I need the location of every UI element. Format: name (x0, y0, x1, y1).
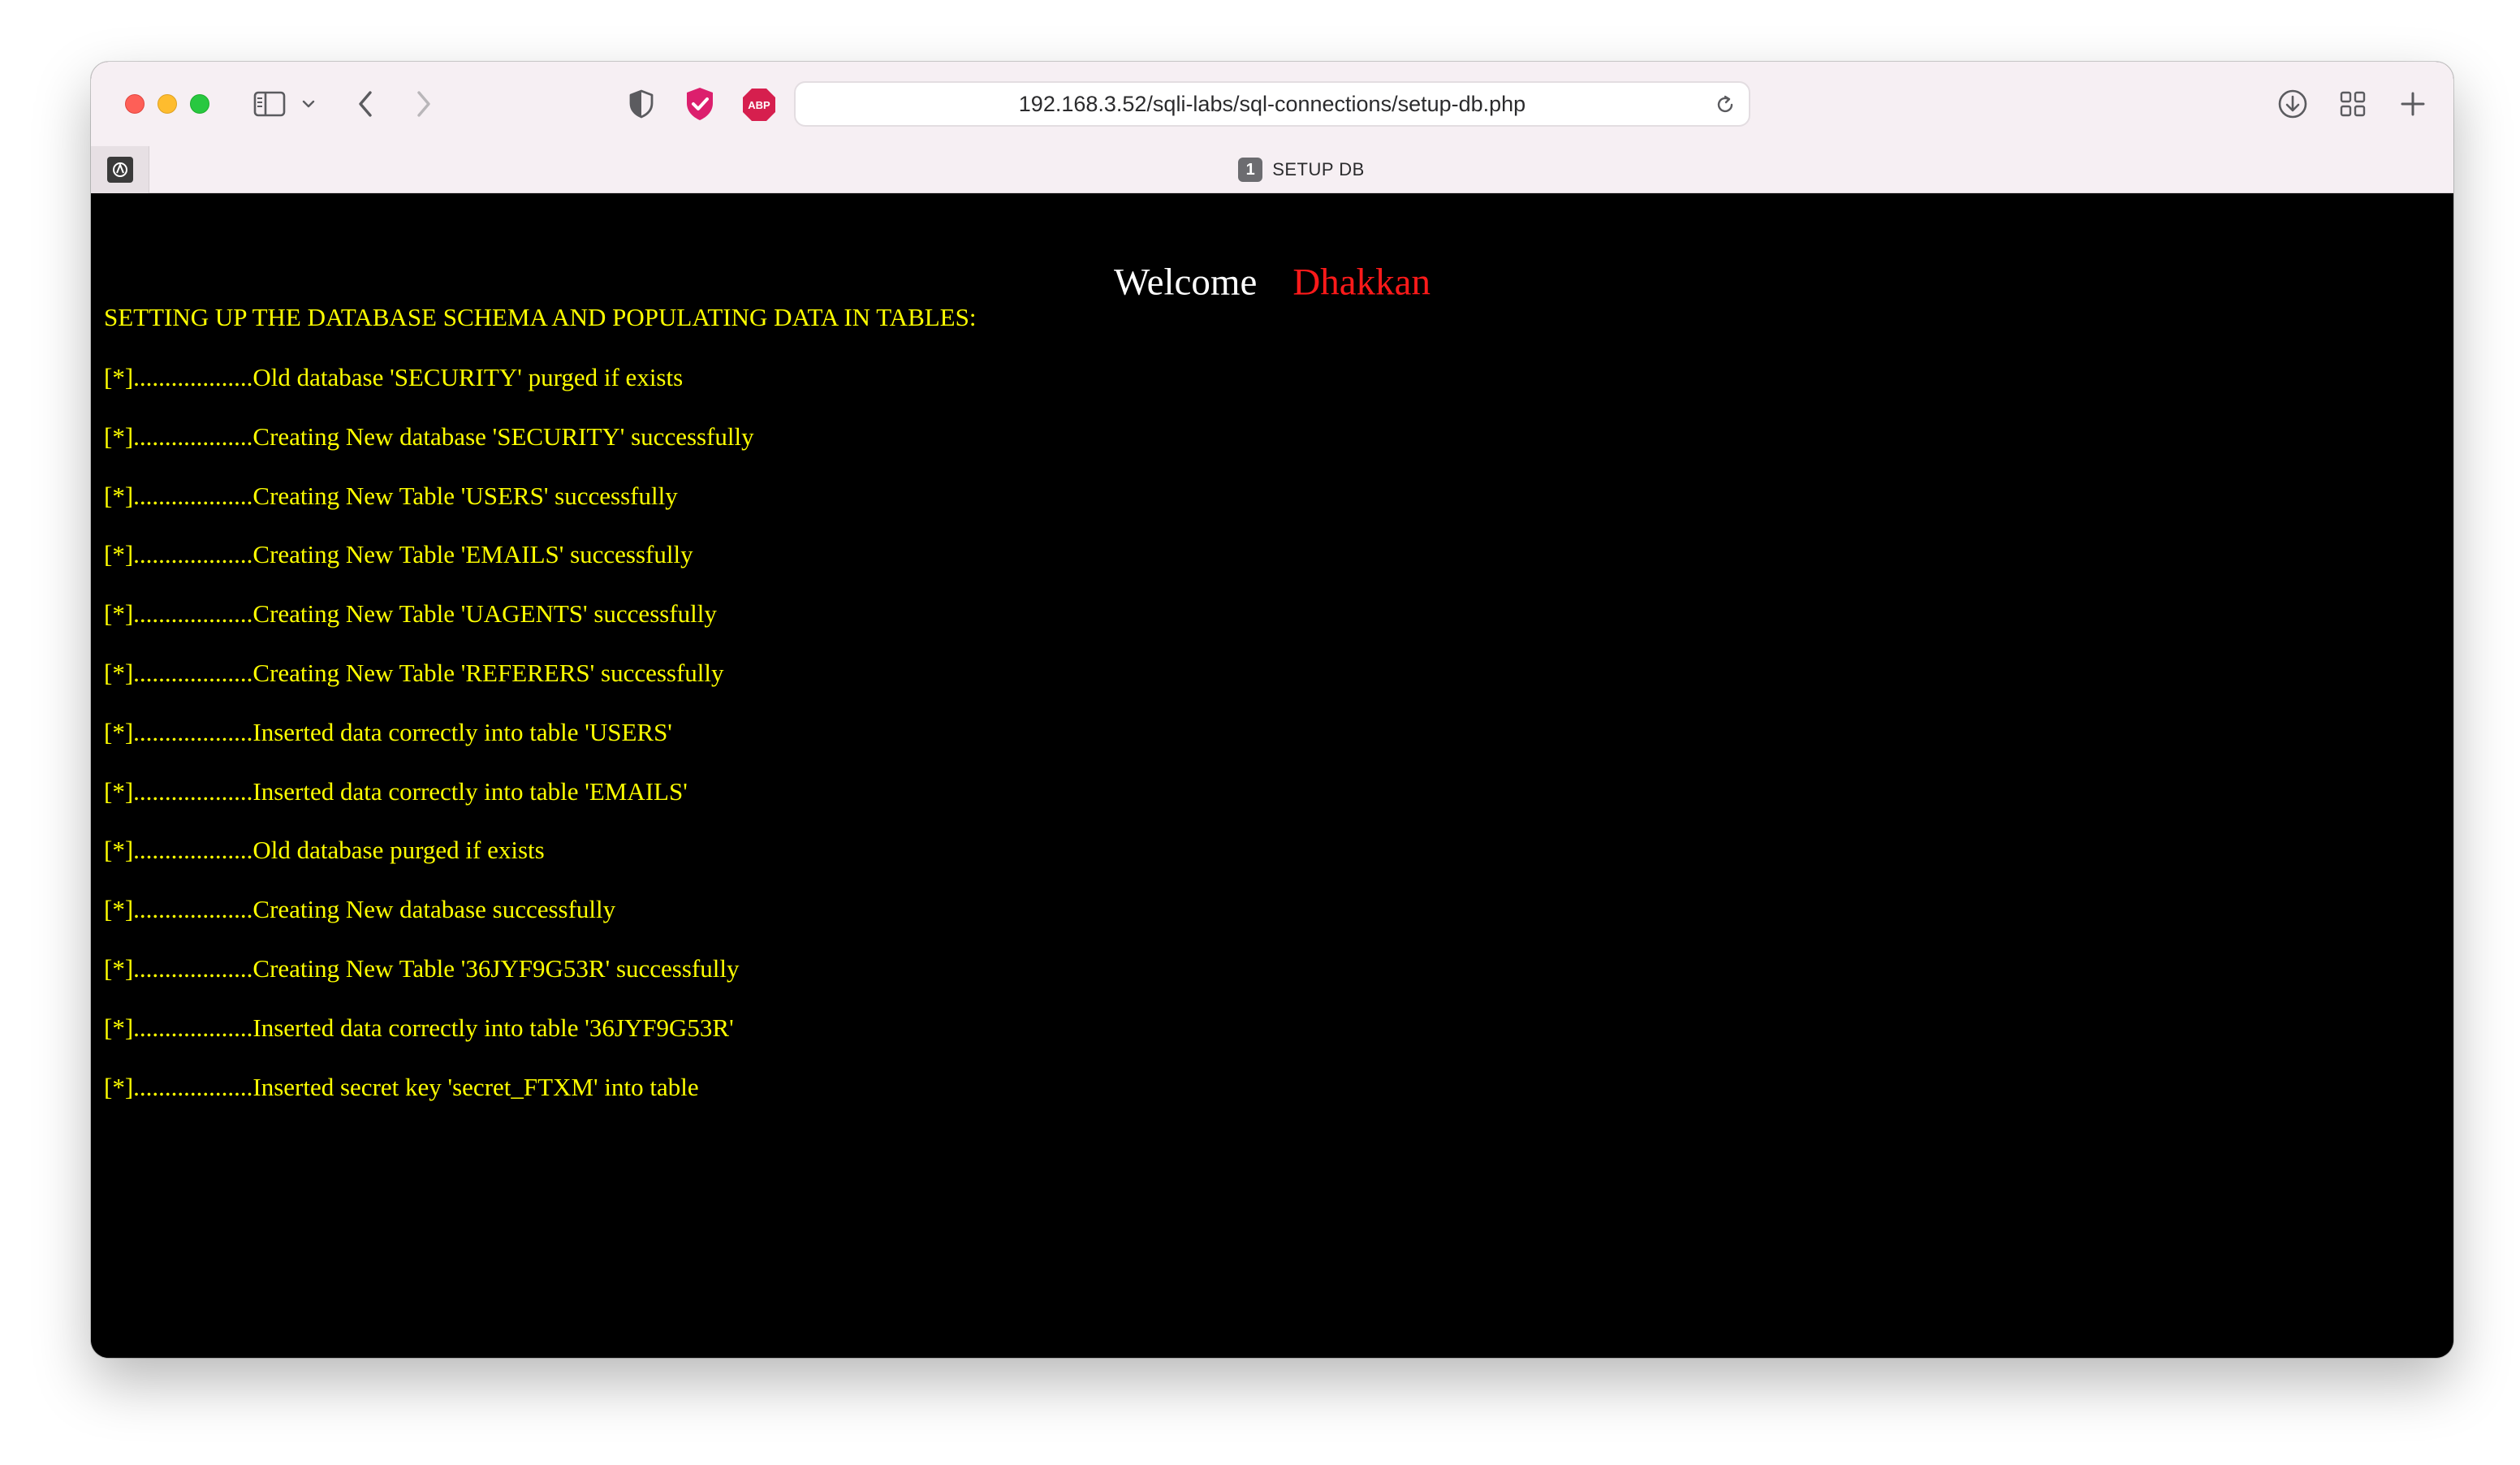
reload-icon[interactable] (1713, 93, 1737, 117)
page-content: Welcome Dhakkan SETTING UP THE DATABASE S… (91, 193, 2453, 1358)
tab-bar: 1 SETUP DB (91, 146, 2453, 193)
address-bar[interactable]: 192.168.3.52/sqli-labs/sql-connections/s… (794, 81, 1750, 127)
welcome-name: Dhakkan (1292, 261, 1430, 304)
log-line: [*]...................Creating New datab… (104, 895, 616, 924)
chevron-left-icon[interactable] (349, 86, 382, 122)
pinned-tab-favicon (106, 157, 133, 183)
tab-title: SETUP DB (1272, 159, 1365, 179)
browser-window: ABP 192.168.3.52/sqli-labs/sql-connectio… (91, 62, 2453, 1358)
welcome-text: Welcome (1114, 261, 1258, 304)
log-line: [*]...................Creating New Table… (104, 953, 740, 983)
log-line: [*]...................Inserted data corr… (104, 1013, 734, 1042)
log-line: [*]...................Creating New Table… (104, 540, 693, 569)
minimize-window-button[interactable] (158, 94, 177, 114)
chevron-right-icon[interactable] (408, 86, 440, 122)
browser-toolbar: ABP 192.168.3.52/sqli-labs/sql-connectio… (91, 62, 2453, 146)
checkmark-shield-icon[interactable] (682, 86, 718, 122)
log-line: [*]...................Old database 'SECU… (104, 363, 684, 391)
log-line: [*]...................Creating New Table… (104, 481, 678, 510)
log-line: [*]...................Creating New datab… (104, 421, 754, 451)
log-line: [*]...................Inserted data corr… (104, 776, 688, 806)
tab-number-badge: 1 (1238, 158, 1263, 182)
welcome-banner: Welcome Dhakkan (91, 261, 2453, 304)
log-line: [*]...................Old database purge… (104, 836, 545, 865)
sidebar-icon[interactable] (250, 88, 289, 120)
abp-label: ABP (748, 99, 770, 111)
close-window-button[interactable] (125, 94, 145, 114)
log-line: [*]...................Creating New Table… (104, 599, 717, 629)
chevron-down-icon[interactable] (299, 94, 318, 114)
zoom-window-button[interactable] (190, 94, 209, 114)
plus-icon[interactable] (2395, 86, 2431, 122)
adblock-plus-icon[interactable]: ABP (740, 86, 778, 123)
address-url[interactable]: 192.168.3.52/sqli-labs/sql-connections/s… (796, 83, 1700, 125)
tab-setup-db[interactable]: 1 SETUP DB (149, 146, 2453, 193)
log-line: [*]...................Inserted data corr… (104, 717, 672, 746)
download-icon[interactable] (2275, 86, 2311, 122)
log-line: [*]...................Inserted secret ke… (104, 1072, 699, 1101)
grid-icon[interactable] (2335, 86, 2371, 122)
pinned-tab[interactable] (91, 146, 149, 193)
log-line: [*]...................Creating New Table… (104, 658, 724, 687)
setup-heading: SETTING UP THE DATABASE SCHEMA AND POPUL… (104, 303, 977, 331)
shield-icon[interactable] (624, 86, 659, 122)
setup-log: [*]...................Old database 'SECU… (104, 362, 754, 1130)
